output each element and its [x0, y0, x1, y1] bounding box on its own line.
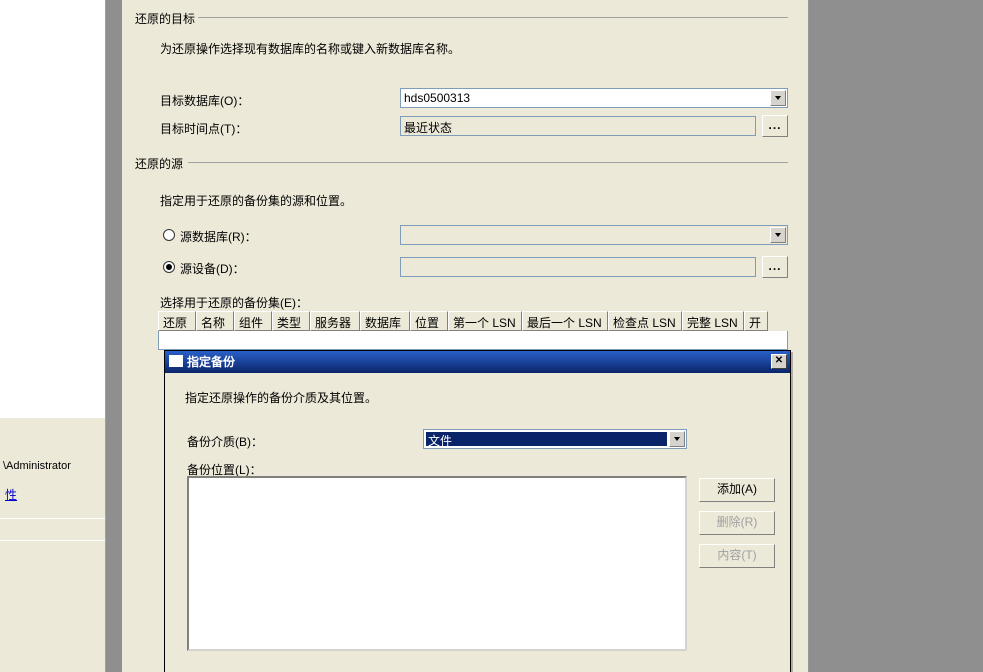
dialog-title: 指定备份	[187, 355, 235, 369]
source-db-combo	[400, 225, 788, 245]
col-name[interactable]: 名称	[196, 311, 234, 331]
chevron-down-icon[interactable]	[770, 90, 786, 106]
contents-button: 内容(T)	[699, 544, 775, 568]
chevron-down-icon[interactable]	[669, 431, 685, 447]
source-device-field	[400, 257, 756, 277]
dest-db-value: hds0500313	[404, 91, 769, 105]
add-button[interactable]: 添加(A)	[699, 478, 775, 502]
properties-link[interactable]: 性	[5, 486, 17, 503]
group-source-line	[188, 162, 788, 163]
chevron-down-icon	[770, 227, 786, 243]
ellipsis-icon: ...	[768, 259, 781, 273]
dest-db-combo[interactable]: hds0500313	[400, 88, 788, 108]
left-tree-area	[0, 0, 106, 419]
col-server[interactable]: 服务器	[310, 311, 360, 331]
dest-time-field: 最近状态	[400, 116, 756, 136]
specify-backup-dialog: 指定备份 ✕ 指定还原操作的备份介质及其位置。 备份介质(B)： 文件 备份位置…	[164, 350, 791, 672]
source-device-browse-button[interactable]: ...	[762, 256, 788, 278]
radio-source-db[interactable]	[163, 229, 175, 241]
radio-source-db-label: 源数据库(R)：	[180, 228, 257, 245]
group-target-line	[198, 17, 788, 18]
col-start[interactable]: 开	[744, 311, 768, 331]
col-comp[interactable]: 组件	[234, 311, 272, 331]
col-type[interactable]: 类型	[272, 311, 310, 331]
radio-source-device-label: 源设备(D)：	[180, 260, 245, 277]
col-restore[interactable]: 还原	[158, 311, 196, 331]
backup-sets-table[interactable]: 还原 名称 组件 类型 服务器 数据库 位置 第一个 LSN 最后一个 LSN …	[158, 311, 788, 350]
ellipsis-icon: ...	[768, 118, 781, 132]
dest-time-browse-button[interactable]: ...	[762, 115, 788, 137]
source-hint: 指定用于还原的备份集的源和位置。	[160, 192, 352, 209]
col-firstlsn[interactable]: 第一个 LSN	[448, 311, 522, 331]
table-header: 还原 名称 组件 类型 服务器 数据库 位置 第一个 LSN 最后一个 LSN …	[158, 311, 788, 331]
radio-source-device[interactable]	[163, 261, 175, 273]
dest-db-label: 目标数据库(O)：	[160, 92, 249, 109]
left-info-area: \Administrator 性	[0, 418, 106, 672]
close-button[interactable]: ✕	[771, 354, 787, 369]
col-db[interactable]: 数据库	[360, 311, 410, 331]
dialog-titlebar[interactable]: 指定备份 ✕	[165, 351, 790, 373]
left-panel: \Administrator 性	[0, 0, 122, 672]
col-lastlsn[interactable]: 最后一个 LSN	[522, 311, 608, 331]
admin-path: \Administrator	[3, 460, 71, 472]
target-hint: 为还原操作选择现有数据库的名称或键入新数据库名称。	[160, 40, 460, 57]
col-pos[interactable]: 位置	[410, 311, 448, 331]
backup-media-label: 备份介质(B)：	[187, 433, 263, 450]
dest-time-label: 目标时间点(T)：	[160, 120, 247, 137]
dialog-hint: 指定还原操作的备份介质及其位置。	[185, 389, 377, 406]
col-chklsn[interactable]: 检查点 LSN	[608, 311, 682, 331]
backup-sets-label: 选择用于还原的备份集(E)：	[160, 294, 308, 311]
backup-media-combo[interactable]: 文件	[423, 429, 687, 449]
remove-button: 删除(R)	[699, 511, 775, 535]
divider	[0, 518, 105, 519]
group-source-title: 还原的源	[135, 155, 183, 172]
backup-location-list[interactable]	[187, 476, 687, 651]
divider	[0, 540, 105, 541]
backup-media-value: 文件	[426, 432, 667, 446]
group-target-title: 还原的目标	[135, 10, 195, 27]
dialog-icon	[169, 355, 183, 367]
dest-time-value: 最近状态	[404, 121, 452, 135]
col-fulllsn[interactable]: 完整 LSN	[682, 311, 744, 331]
table-body[interactable]	[158, 331, 788, 350]
